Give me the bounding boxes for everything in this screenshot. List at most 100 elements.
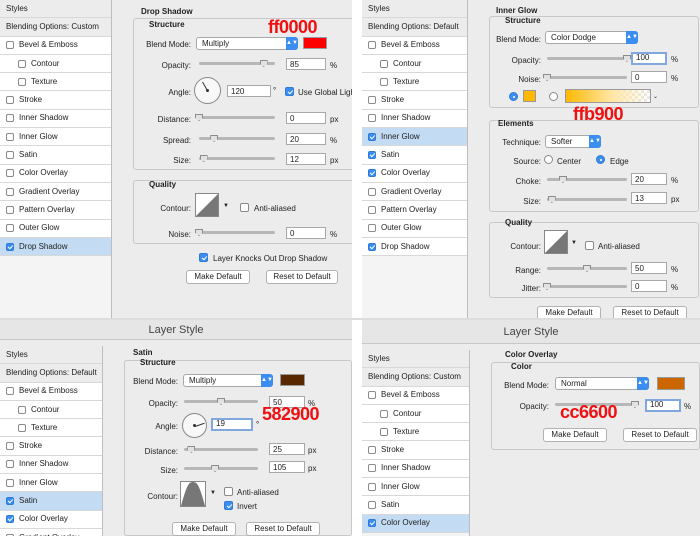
checkbox[interactable] bbox=[368, 482, 376, 491]
size-input[interactable]: 13 bbox=[631, 192, 667, 204]
checkbox[interactable] bbox=[380, 409, 388, 418]
jitter-input[interactable]: 0 bbox=[631, 280, 667, 292]
sidebar-item-inner-shadow[interactable]: Inner Shadow bbox=[362, 109, 467, 129]
make-default-button[interactable]: Make Default bbox=[543, 428, 607, 442]
sidebar-item-bevel-emboss[interactable]: Bevel & Emboss bbox=[0, 36, 111, 55]
sidebar-item-inner-glow[interactable]: Inner Glow bbox=[362, 128, 467, 147]
glow-color-swatch[interactable] bbox=[523, 90, 536, 102]
noise-input[interactable]: 0 bbox=[631, 71, 667, 83]
checkbox[interactable] bbox=[6, 132, 14, 141]
sidebar-item-stroke[interactable]: Stroke bbox=[0, 437, 102, 456]
distance-slider[interactable] bbox=[184, 446, 258, 453]
checkbox[interactable] bbox=[380, 59, 388, 68]
checkbox[interactable] bbox=[6, 242, 14, 251]
sidebar-item-inner-shadow[interactable]: Inner Shadow bbox=[0, 109, 111, 129]
opacity-slider[interactable] bbox=[199, 60, 275, 67]
size-input[interactable]: 105 bbox=[269, 461, 305, 473]
sidebar-item-satin[interactable]: Satin bbox=[362, 146, 467, 165]
sidebar-item-bevel-emboss[interactable]: Bevel & Emboss bbox=[362, 36, 467, 55]
sidebar-item-inner-glow[interactable]: Inner Glow bbox=[0, 474, 102, 493]
checkbox[interactable] bbox=[6, 96, 14, 105]
checkbox[interactable] bbox=[368, 464, 376, 473]
choke-input[interactable]: 20 bbox=[631, 173, 667, 185]
sidebar-item-drop-shadow[interactable]: Drop Shadow bbox=[362, 237, 467, 257]
checkbox[interactable] bbox=[18, 405, 26, 414]
distance-slider[interactable] bbox=[195, 114, 275, 121]
opacity-slider[interactable] bbox=[184, 398, 258, 405]
blend-mode-select[interactable]: Color Dodge ▲▼ bbox=[545, 31, 638, 44]
blend-mode-select[interactable]: Multiply ▲▼ bbox=[183, 374, 273, 387]
checkbox[interactable] bbox=[6, 187, 14, 196]
spread-input[interactable]: 20 bbox=[286, 133, 326, 145]
contour-preview[interactable] bbox=[195, 193, 219, 217]
checkbox[interactable] bbox=[6, 497, 14, 506]
size-slider[interactable] bbox=[184, 465, 258, 472]
invert-checkbox[interactable] bbox=[224, 501, 233, 510]
sidebar-styles-header[interactable]: Styles bbox=[0, 0, 111, 19]
sidebar-item-texture[interactable]: Texture bbox=[362, 73, 467, 92]
sidebar-item-pattern-overlay[interactable]: Pattern Overlay bbox=[362, 201, 467, 220]
sidebar-item-satin[interactable]: Satin bbox=[0, 146, 111, 165]
noise-input[interactable]: 0 bbox=[286, 227, 326, 239]
opacity-input[interactable]: 100 bbox=[631, 52, 667, 65]
reset-to-default-button[interactable]: Reset to Default bbox=[266, 270, 338, 284]
checkbox[interactable] bbox=[368, 519, 376, 528]
opacity-input[interactable]: 100 bbox=[645, 399, 681, 412]
sidebar-styles-header[interactable]: Styles bbox=[0, 346, 102, 365]
distance-input[interactable]: 25 bbox=[269, 443, 305, 455]
sidebar-blending-options[interactable]: Blending Options: Default bbox=[0, 364, 102, 383]
checkbox[interactable] bbox=[6, 151, 14, 160]
source-center-radio[interactable] bbox=[544, 155, 553, 164]
reset-to-default-button[interactable]: Reset to Default bbox=[246, 522, 320, 536]
checkbox[interactable] bbox=[18, 59, 26, 68]
checkbox[interactable] bbox=[368, 187, 376, 196]
sidebar-item-inner-shadow[interactable]: Inner Shadow bbox=[362, 459, 469, 479]
make-default-button[interactable]: Make Default bbox=[186, 270, 250, 284]
sidebar-blending-options[interactable]: Blending Options: Custom bbox=[362, 368, 469, 387]
checkbox[interactable] bbox=[368, 41, 376, 50]
use-global-light-checkbox[interactable] bbox=[285, 87, 294, 96]
size-input[interactable]: 12 bbox=[286, 153, 326, 165]
gradient-radio[interactable] bbox=[549, 92, 558, 101]
sidebar-item-texture[interactable]: Texture bbox=[0, 419, 102, 438]
anti-aliased-checkbox[interactable] bbox=[240, 203, 249, 212]
shadow-color-swatch[interactable] bbox=[303, 37, 327, 49]
sidebar-item-outer-glow[interactable]: Outer Glow bbox=[362, 219, 467, 238]
jitter-slider[interactable] bbox=[543, 283, 627, 290]
size-slider[interactable] bbox=[547, 196, 627, 203]
sidebar-item-stroke[interactable]: Stroke bbox=[362, 91, 467, 110]
sidebar-item-pattern-overlay[interactable]: Pattern Overlay bbox=[0, 201, 111, 220]
glow-gradient-swatch[interactable] bbox=[565, 89, 651, 103]
sidebar-item-color-overlay[interactable]: Color Overlay bbox=[0, 164, 111, 183]
anti-aliased-checkbox[interactable] bbox=[585, 241, 594, 250]
sidebar-item-color-overlay[interactable]: Color Overlay bbox=[362, 164, 467, 183]
checkbox[interactable] bbox=[380, 77, 388, 86]
layer-knocks-out-checkbox[interactable] bbox=[199, 253, 208, 262]
overlay-color-swatch[interactable] bbox=[657, 377, 685, 390]
angle-input[interactable]: 120 bbox=[227, 85, 271, 97]
sidebar-item-contour[interactable]: Contour bbox=[362, 54, 467, 74]
checkbox[interactable] bbox=[6, 387, 14, 396]
checkbox[interactable] bbox=[368, 501, 376, 510]
checkbox[interactable] bbox=[368, 151, 376, 160]
sidebar-item-contour[interactable]: Contour bbox=[362, 404, 469, 424]
size-slider[interactable] bbox=[199, 155, 275, 162]
satin-color-swatch[interactable] bbox=[280, 374, 305, 386]
checkbox[interactable] bbox=[368, 242, 376, 251]
solid-color-radio[interactable] bbox=[509, 92, 518, 101]
checkbox[interactable] bbox=[368, 132, 376, 141]
sidebar-item-bevel-emboss[interactable]: Bevel & Emboss bbox=[362, 386, 469, 405]
range-input[interactable]: 50 bbox=[631, 262, 667, 274]
checkbox[interactable] bbox=[18, 423, 26, 432]
sidebar-item-satin[interactable]: Satin bbox=[362, 496, 469, 515]
range-slider[interactable] bbox=[547, 265, 627, 272]
sidebar-item-bevel-emboss[interactable]: Bevel & Emboss bbox=[0, 382, 102, 401]
checkbox[interactable] bbox=[380, 427, 388, 436]
checkbox[interactable] bbox=[6, 442, 14, 451]
checkbox[interactable] bbox=[6, 478, 14, 487]
sidebar-item-gradient-overlay[interactable]: Gradient Overlay bbox=[0, 182, 111, 202]
source-edge-radio[interactable] bbox=[596, 155, 605, 164]
sidebar-item-satin[interactable]: Satin bbox=[0, 492, 102, 511]
checkbox[interactable] bbox=[6, 41, 14, 50]
sidebar-item-stroke[interactable]: Stroke bbox=[362, 441, 469, 460]
